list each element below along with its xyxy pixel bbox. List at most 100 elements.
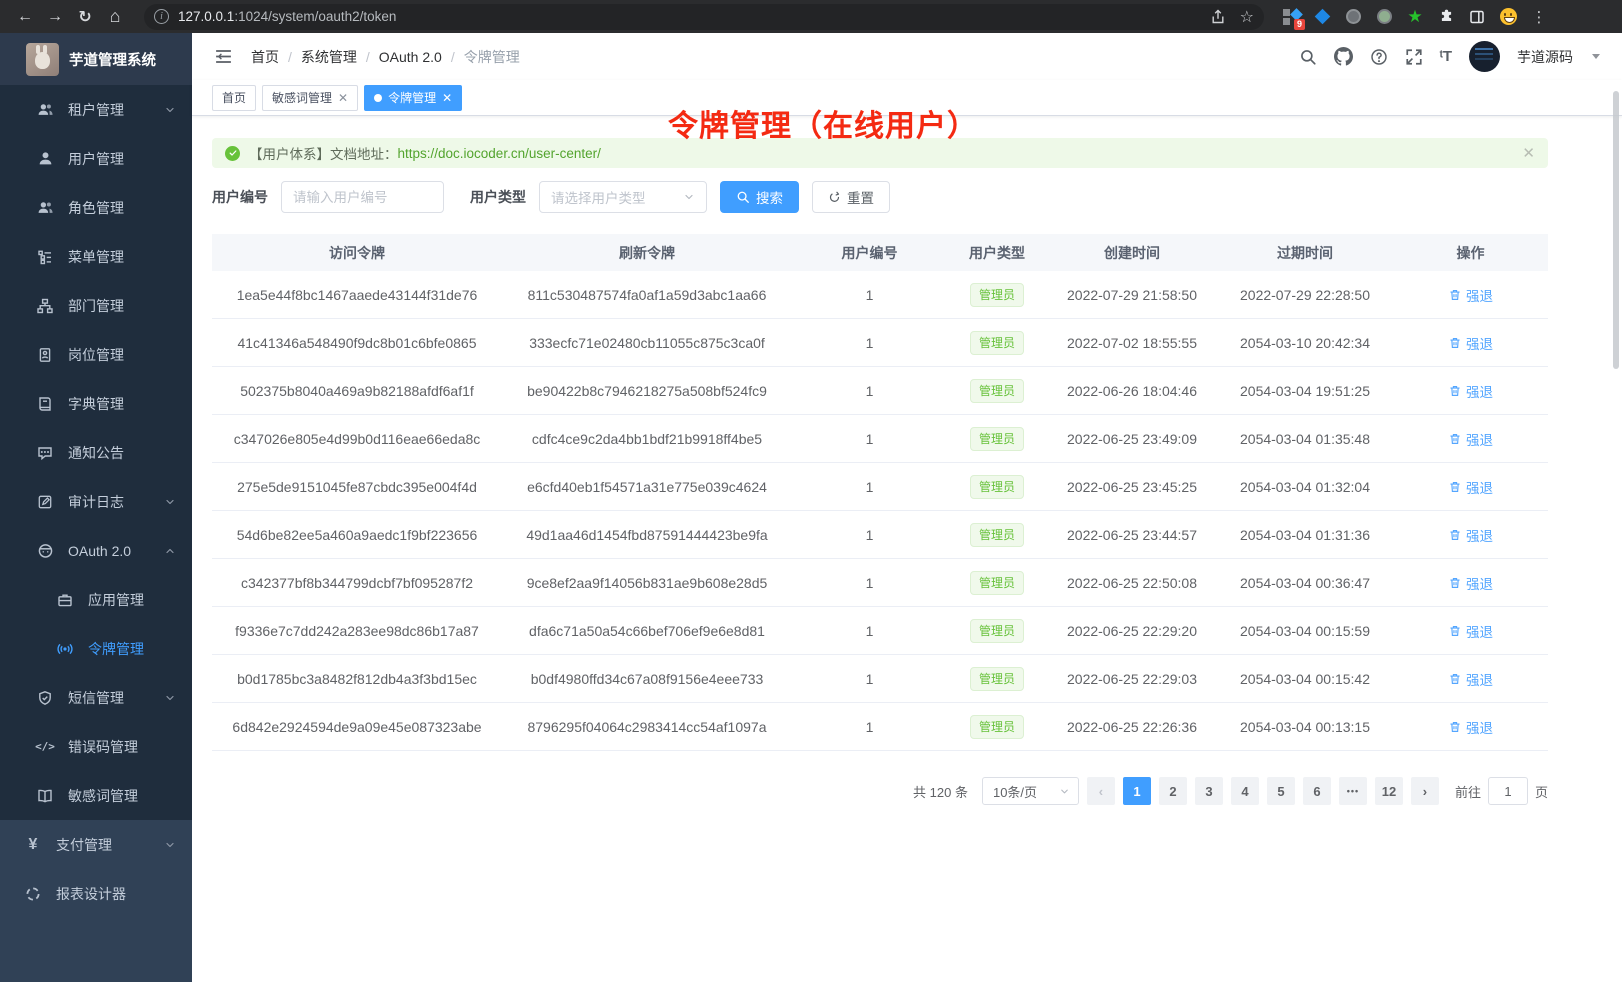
tab-home[interactable]: 首页 <box>212 85 256 111</box>
cell-refresh-token: cdfc4ce9c2da4bb1bdf21b9918ff4be5 <box>502 431 792 447</box>
font-size-icon[interactable]: ᵗT <box>1440 48 1452 65</box>
browser-home-button[interactable]: ⌂ <box>100 4 130 30</box>
cell-expire-time: 2022-07-29 22:28:50 <box>1217 287 1393 303</box>
force-logout-button[interactable]: 强退 <box>1448 573 1493 593</box>
browser-reload-button[interactable]: ↻ <box>70 4 100 30</box>
sidebar-item-post[interactable]: 岗位管理 <box>0 330 192 379</box>
force-logout-button[interactable]: 强退 <box>1448 669 1493 689</box>
sidebar-item-error-code[interactable]: </> 错误码管理 <box>0 722 192 771</box>
extension-icon-puzzle[interactable] <box>1437 8 1455 26</box>
page-button-3[interactable]: 3 <box>1195 777 1223 805</box>
force-logout-button[interactable]: 强退 <box>1448 381 1493 401</box>
alert-close-icon[interactable]: ✕ <box>1522 144 1535 162</box>
sidebar-item-oauth2-token[interactable]: 令牌管理 <box>0 624 192 673</box>
force-logout-button[interactable]: 强退 <box>1448 525 1493 545</box>
page-button-6[interactable]: 6 <box>1303 777 1331 805</box>
breadcrumb-system[interactable]: 系统管理 <box>301 47 357 67</box>
chevron-up-icon <box>164 545 176 557</box>
sidebar-item-dict[interactable]: 字典管理 <box>0 379 192 428</box>
cell-refresh-token: dfa6c71a50a54c66bef706ef9e6e8d81 <box>502 623 792 639</box>
extension-icon-gem[interactable] <box>1313 8 1331 26</box>
user-name[interactable]: 芋道源码 <box>1517 47 1573 67</box>
cell-user-id: 1 <box>792 479 947 495</box>
side-panel-icon[interactable] <box>1468 8 1486 26</box>
extension-icon-green-star[interactable]: ★ <box>1406 8 1424 26</box>
user-menu-caret-icon[interactable] <box>1592 54 1600 59</box>
force-logout-button[interactable]: 强退 <box>1448 333 1493 353</box>
user-avatar[interactable] <box>1469 41 1500 72</box>
user-type-badge: 管理员 <box>970 379 1024 403</box>
doc-link[interactable]: https://doc.iocoder.cn/user-center/ <box>398 146 601 161</box>
table-row: 54d6be82ee5a460a9aedc1f9bf223656 49d1aa4… <box>212 511 1548 559</box>
user-type-badge: 管理员 <box>970 523 1024 547</box>
profile-avatar-icon[interactable] <box>1499 8 1517 26</box>
cell-access-token: 6d842e2924594de9a09e45e087323abe <box>212 719 502 735</box>
browser-forward-button[interactable]: → <box>40 4 70 30</box>
sidebar-item-oauth2-app[interactable]: 应用管理 <box>0 575 192 624</box>
cell-refresh-token: 811c530487574fa0af1a59d3abc1aa66 <box>502 287 792 303</box>
sidebar-item-dept[interactable]: 部门管理 <box>0 281 192 330</box>
page-size-select[interactable]: 10条/页 <box>982 777 1079 805</box>
more-pages-button[interactable]: ••• <box>1339 777 1367 805</box>
extension-icon-green-dot[interactable] <box>1375 8 1393 26</box>
sidebar-item-label: 用户管理 <box>68 149 124 169</box>
sidebar-item-user[interactable]: 用户管理 <box>0 134 192 183</box>
extension-icon-wheel[interactable] <box>1344 8 1362 26</box>
fullscreen-icon[interactable] <box>1405 48 1423 66</box>
sidebar-item-sms[interactable]: 短信管理 <box>0 673 192 722</box>
help-icon[interactable] <box>1370 48 1388 66</box>
sidebar-item-role[interactable]: 角色管理 <box>0 183 192 232</box>
user-type-select[interactable]: 请选择用户类型 <box>539 181 707 213</box>
trash-icon <box>1448 384 1462 398</box>
address-bar[interactable]: i 127.0.0.1:1024/system/oauth2/token ☆ <box>144 4 1264 30</box>
cell-refresh-token: 333ecfc71e02480cb11055c875c3ca0f <box>502 335 792 351</box>
sidebar-item-oauth2[interactable]: OAuth 2.0 <box>0 526 192 575</box>
sidebar-collapse-icon[interactable] <box>214 48 233 65</box>
force-logout-button[interactable]: 强退 <box>1448 621 1493 641</box>
reset-button[interactable]: 重置 <box>812 181 890 213</box>
page-button-12[interactable]: 12 <box>1375 777 1403 805</box>
sidebar-item-notice[interactable]: 通知公告 <box>0 428 192 477</box>
browser-menu-icon[interactable]: ⋮ <box>1530 8 1548 26</box>
scrollbar-thumb[interactable] <box>1613 91 1619 369</box>
close-icon[interactable]: ✕ <box>442 92 452 104</box>
page-button-4[interactable]: 4 <box>1231 777 1259 805</box>
force-logout-button[interactable]: 强退 <box>1448 429 1493 449</box>
extension-badge: 9 <box>1294 19 1305 30</box>
sidebar-item-report-designer[interactable]: 报表设计器 <box>0 869 192 918</box>
goto-page-input[interactable] <box>1488 777 1528 805</box>
sidebar-item-payment[interactable]: ¥ 支付管理 <box>0 820 192 869</box>
user-id-input[interactable] <box>281 181 444 213</box>
bookmark-star-icon[interactable]: ☆ <box>1240 7 1254 27</box>
refresh-icon <box>828 191 841 204</box>
browser-back-button[interactable]: ← <box>10 4 40 30</box>
sidebar-item-tenant[interactable]: 租户管理 <box>0 85 192 134</box>
extension-icon-grid[interactable]: 9 <box>1282 8 1300 26</box>
app-logo[interactable]: 芋道管理系统 <box>0 33 192 85</box>
page-button-1[interactable]: 1 <box>1123 777 1151 805</box>
close-icon[interactable]: ✕ <box>338 92 348 104</box>
tab-token[interactable]: 令牌管理✕ <box>364 85 462 111</box>
force-logout-button[interactable]: 强退 <box>1448 477 1493 497</box>
force-logout-button[interactable]: 强退 <box>1448 717 1493 737</box>
next-page-button[interactable]: › <box>1411 777 1439 805</box>
sidebar-item-audit-log[interactable]: 审计日志 <box>0 477 192 526</box>
page-button-5[interactable]: 5 <box>1267 777 1295 805</box>
breadcrumb-home[interactable]: 首页 <box>251 47 279 67</box>
search-icon[interactable] <box>1299 48 1317 66</box>
site-info-icon[interactable]: i <box>154 9 169 24</box>
share-icon[interactable] <box>1210 9 1226 25</box>
breadcrumb-oauth2[interactable]: OAuth 2.0 <box>379 49 442 65</box>
force-logout-button[interactable]: 强退 <box>1448 285 1493 305</box>
sidebar-item-label: 字典管理 <box>68 394 124 414</box>
sidebar-item-sensitive-word[interactable]: 敏感词管理 <box>0 771 192 820</box>
sidebar: 芋道管理系统 租户管理 用户管理 角色管理 菜单管理 部门管理 <box>0 33 192 982</box>
sidebar-item-menu[interactable]: 菜单管理 <box>0 232 192 281</box>
search-button[interactable]: 搜索 <box>720 181 799 213</box>
page-button-2[interactable]: 2 <box>1159 777 1187 805</box>
github-icon[interactable] <box>1334 47 1353 66</box>
prev-page-button[interactable]: ‹ <box>1087 777 1115 805</box>
cell-create-time: 2022-07-29 21:58:50 <box>1047 287 1217 303</box>
cell-user-id: 1 <box>792 287 947 303</box>
tab-sensitive-word[interactable]: 敏感词管理✕ <box>262 85 358 111</box>
